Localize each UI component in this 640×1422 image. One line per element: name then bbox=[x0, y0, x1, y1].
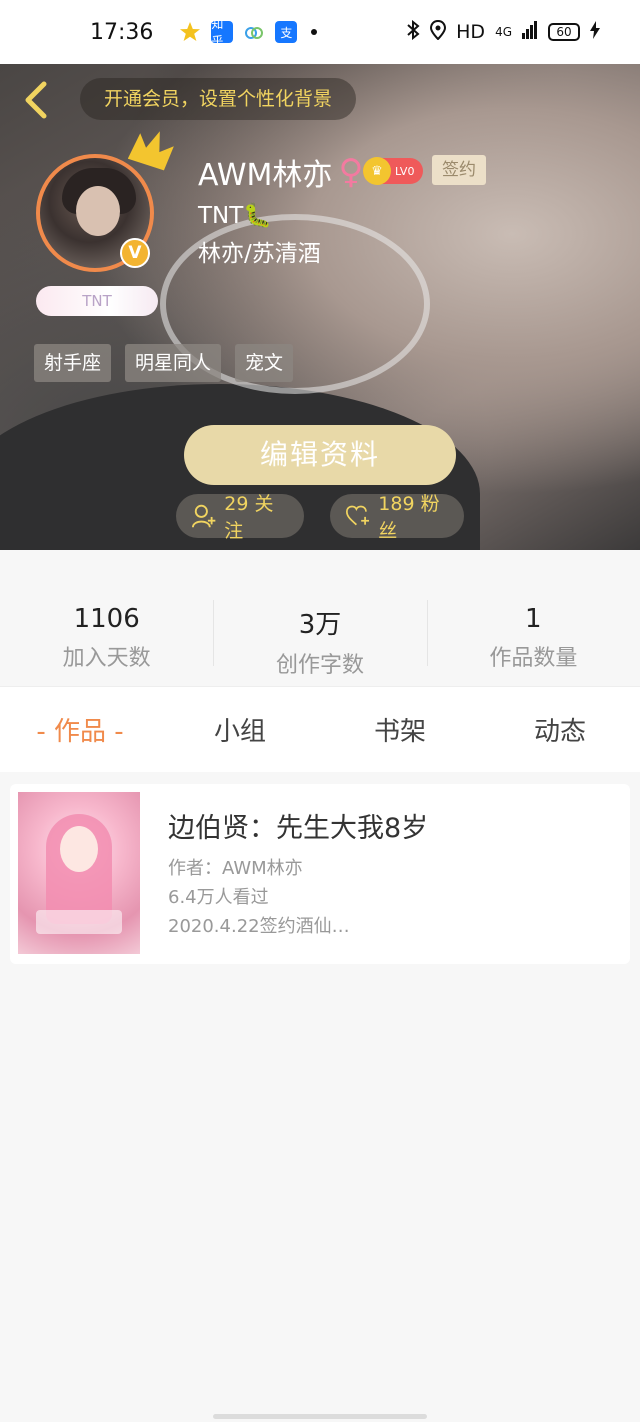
stat-value: 1106 bbox=[73, 604, 140, 634]
bio-line-2: 林亦/苏清酒 bbox=[198, 241, 321, 267]
star-app-icon bbox=[179, 21, 201, 43]
signed-author-badge: 签约 bbox=[432, 155, 486, 185]
fan-group-badge[interactable]: TNT bbox=[36, 286, 158, 316]
tab-works[interactable]: - 作品 - bbox=[0, 711, 160, 748]
signal-type: 4G bbox=[495, 25, 512, 39]
stat-label: 加入天数 bbox=[62, 646, 151, 671]
cloud-app-icon bbox=[243, 21, 265, 43]
edit-profile-button[interactable]: 编辑资料 bbox=[184, 425, 456, 485]
crown-icon bbox=[128, 131, 174, 171]
fans-button[interactable]: 189 粉丝 bbox=[330, 493, 464, 542]
stat-value: 1 bbox=[525, 604, 542, 634]
status-bar: 17:36 知乎 支 HD 4G 60 bbox=[0, 0, 640, 64]
level-badge[interactable]: ♛ LV0 bbox=[363, 157, 423, 185]
work-author: 作者：AWM林亦 bbox=[168, 858, 303, 879]
tag-item[interactable]: 射手座 bbox=[34, 344, 112, 382]
level-crown-icon: ♛ bbox=[363, 157, 391, 185]
verified-badge-icon: V bbox=[120, 238, 150, 268]
network-type: HD bbox=[456, 21, 486, 43]
bluetooth-icon bbox=[406, 19, 420, 45]
heart-plus-icon bbox=[346, 505, 369, 526]
system-indicators: HD 4G 60 bbox=[406, 19, 600, 45]
vip-promo-banner[interactable]: 开通会员，设置个性化背景 bbox=[80, 78, 357, 120]
level-text: LV0 bbox=[395, 164, 415, 178]
stat-word-count: 3万 创作字数 bbox=[213, 586, 426, 680]
charging-icon bbox=[590, 20, 600, 44]
stat-label: 作品数量 bbox=[489, 646, 578, 671]
following-button[interactable]: 29 关注 bbox=[176, 493, 304, 542]
stat-works-count: 1 作品数量 bbox=[426, 586, 640, 680]
female-icon: ♀ bbox=[338, 152, 364, 192]
stat-join-days: 1106 加入天数 bbox=[0, 586, 213, 680]
tab-groups[interactable]: 小组 bbox=[160, 711, 320, 748]
username: AWM林亦 ♀ bbox=[198, 150, 363, 194]
signal-icon bbox=[522, 20, 538, 44]
work-note: 2020.4.22签约酒仙… bbox=[168, 916, 350, 937]
add-user-icon bbox=[192, 504, 216, 528]
following-count: 29 关注 bbox=[224, 493, 274, 542]
username-text: AWM林亦 bbox=[198, 158, 333, 193]
alipay-icon: 支 bbox=[275, 21, 298, 43]
tag-item[interactable]: 宠文 bbox=[235, 344, 294, 382]
stat-value: 3万 bbox=[298, 610, 342, 640]
work-title: 边伯贤：先生大我8岁 bbox=[168, 813, 429, 844]
clock: 17:36 bbox=[90, 19, 154, 45]
profile-stats: 1106 加入天数 3万 创作字数 1 作品数量 bbox=[0, 586, 640, 680]
location-icon bbox=[430, 19, 447, 45]
bio-line-1: TNT🐛 bbox=[198, 203, 272, 229]
tab-bookshelf[interactable]: 书架 bbox=[320, 711, 480, 748]
zhihu-icon: 知乎 bbox=[211, 17, 234, 48]
profile-tabs: - 作品 - 小组 书架 动态 bbox=[0, 686, 640, 772]
work-views: 6.4万人看过 bbox=[168, 887, 269, 908]
battery-icon: 60 bbox=[548, 23, 580, 41]
works-list: 边伯贤：先生大我8岁 作者：AWM林亦 6.4万人看过 2020.4.22签约酒… bbox=[0, 772, 640, 1422]
home-indicator[interactable] bbox=[213, 1414, 427, 1419]
back-arrow-icon[interactable] bbox=[22, 80, 52, 120]
stat-label: 创作字数 bbox=[275, 653, 364, 678]
interest-tags: 射手座 明星同人 宠文 bbox=[34, 344, 294, 382]
list-item[interactable]: 边伯贤：先生大我8岁 作者：AWM林亦 6.4万人看过 2020.4.22签约酒… bbox=[10, 784, 630, 964]
tag-item[interactable]: 明星同人 bbox=[125, 344, 222, 382]
more-notifications-dot bbox=[311, 29, 318, 35]
tab-activity[interactable]: 动态 bbox=[480, 711, 640, 748]
fans-count: 189 粉丝 bbox=[378, 493, 440, 542]
notification-icons: 知乎 支 bbox=[179, 17, 318, 48]
book-cover[interactable] bbox=[18, 792, 140, 954]
